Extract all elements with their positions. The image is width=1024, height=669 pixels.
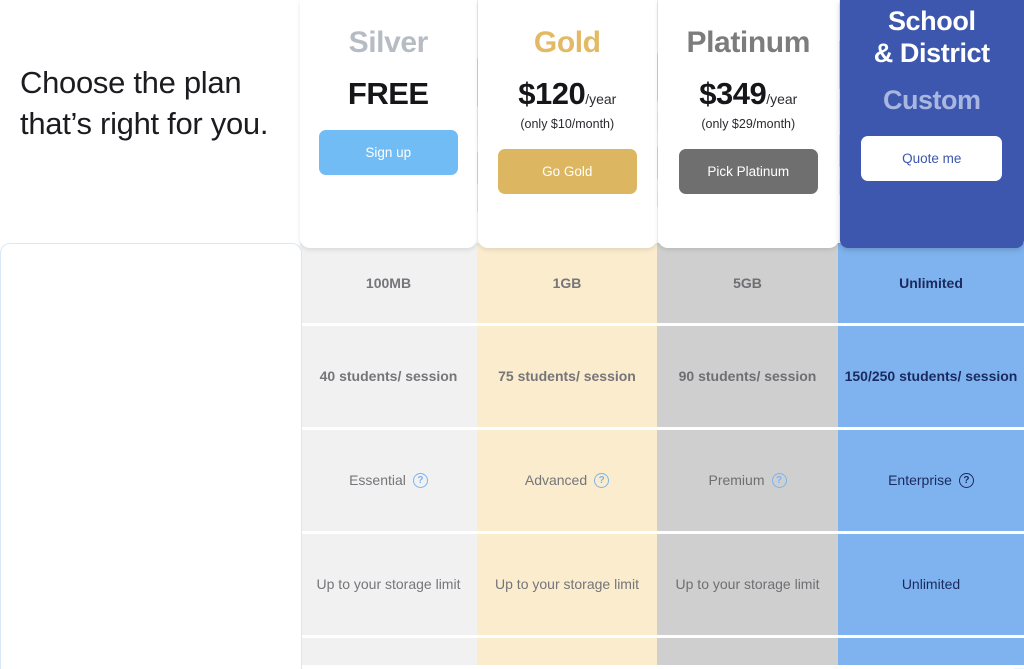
cell-value: Essential <box>349 472 406 488</box>
cell-value: Up to your storage limit <box>675 576 820 592</box>
cell-assessments-platinum: Premium? <box>657 430 838 534</box>
plan-name-gold: Gold <box>533 26 601 59</box>
plan-price-monthly-gold: (only $10/month) <box>520 117 615 131</box>
plan-name-school-district: School & District <box>874 5 990 69</box>
go-gold-button[interactable]: Go Gold <box>497 149 637 194</box>
cell-students-platinum: 90 students/ session <box>657 326 838 430</box>
plan-price-monthly-platinum: (only $29/month) <box>701 117 796 131</box>
plan-price-period-platinum: /year <box>766 91 798 107</box>
cell-value: 150/250 students/ session <box>844 368 1018 384</box>
cell-partial-school <box>838 638 1024 668</box>
cell-interactive-school: Unlimited <box>838 534 1024 638</box>
plan-price-period-gold: /year <box>585 91 617 107</box>
cell-value: Unlimited <box>901 576 961 592</box>
help-icon[interactable]: ? <box>594 473 610 488</box>
cell-value: 1GB <box>552 274 582 291</box>
cell-students-silver: 40 students/ session <box>300 326 477 430</box>
cell-students-school: 150/250 students/ session <box>838 326 1024 430</box>
cell-value: Enterprise <box>888 472 952 488</box>
intro-panel: Choose the plan that’s right for you. <box>0 0 300 243</box>
feature-label-panel <box>0 243 302 669</box>
cell-assessments-school: Enterprise? <box>838 430 1024 534</box>
pricing-page: Choose the plan that’s right for you. Si… <box>0 0 1024 669</box>
plan-price-school-district: Custom <box>883 85 981 116</box>
plan-name-line1: School <box>887 6 976 36</box>
signup-button[interactable]: Sign up <box>318 130 458 175</box>
plan-price-gold: $120/year <box>518 76 616 112</box>
cell-assessments-gold: Advanced? <box>477 430 657 534</box>
cell-value: Unlimited <box>899 274 963 291</box>
cell-interactive-platinum: Up to your storage limit <box>657 534 838 638</box>
cell-value: Advanced <box>524 472 588 488</box>
help-icon[interactable]: ? <box>958 473 974 488</box>
cell-storage-platinum: 5GB <box>657 243 838 326</box>
plan-price-amount-silver: FREE <box>347 76 429 111</box>
plan-name-line2: & District <box>873 38 990 68</box>
plan-card-school-district[interactable]: School & District Custom Quote me <box>839 0 1024 248</box>
plan-price-silver: FREE <box>348 76 429 112</box>
plan-card-platinum[interactable]: Platinum $349/year (only $29/month) Pick… <box>658 0 839 248</box>
plan-card-gold[interactable]: Gold $120/year (only $10/month) Go Gold <box>477 0 658 248</box>
plan-price-amount-gold: $120 <box>518 76 586 111</box>
cell-value: Up to your storage limit <box>495 576 639 592</box>
cell-value: 100MB <box>365 274 412 291</box>
pick-platinum-button[interactable]: Pick Platinum <box>678 149 818 194</box>
cell-students-gold: 75 students/ session <box>477 326 657 430</box>
quote-me-button[interactable]: Quote me <box>861 136 1003 181</box>
help-icon[interactable]: ? <box>412 473 428 488</box>
cell-value: Up to your storage limit <box>316 576 461 592</box>
page-title: Choose the plan that’s right for you. <box>20 65 269 141</box>
cell-value: 5GB <box>733 274 762 291</box>
cell-value: 75 students/ session <box>498 368 636 384</box>
cell-interactive-silver: Up to your storage limit <box>300 534 477 638</box>
plan-price-amount-platinum: $349 <box>699 76 767 111</box>
help-icon[interactable]: ? <box>771 473 787 488</box>
plan-name-platinum: Platinum <box>686 26 811 59</box>
cell-storage-gold: 1GB <box>477 243 657 326</box>
cell-partial-silver <box>300 638 477 668</box>
plan-price-amount-school: Custom <box>883 85 981 115</box>
cell-partial-gold <box>477 638 657 668</box>
plan-cards: Silver FREE Sign up Gold $120/year (only… <box>300 0 1024 248</box>
cell-assessments-silver: Essential? <box>300 430 477 534</box>
cell-value: 40 students/ session <box>319 368 458 384</box>
plan-price-platinum: $349/year <box>699 76 797 112</box>
cell-partial-platinum <box>657 638 838 668</box>
cell-storage-school: Unlimited <box>838 243 1024 326</box>
cell-interactive-gold: Up to your storage limit <box>477 534 657 638</box>
cell-storage-silver: 100MB <box>300 243 477 326</box>
cell-value: 90 students/ session <box>678 368 817 384</box>
plan-name-silver: Silver <box>348 26 429 59</box>
cell-value: Premium <box>708 472 765 488</box>
plan-card-silver[interactable]: Silver FREE Sign up <box>300 0 477 248</box>
